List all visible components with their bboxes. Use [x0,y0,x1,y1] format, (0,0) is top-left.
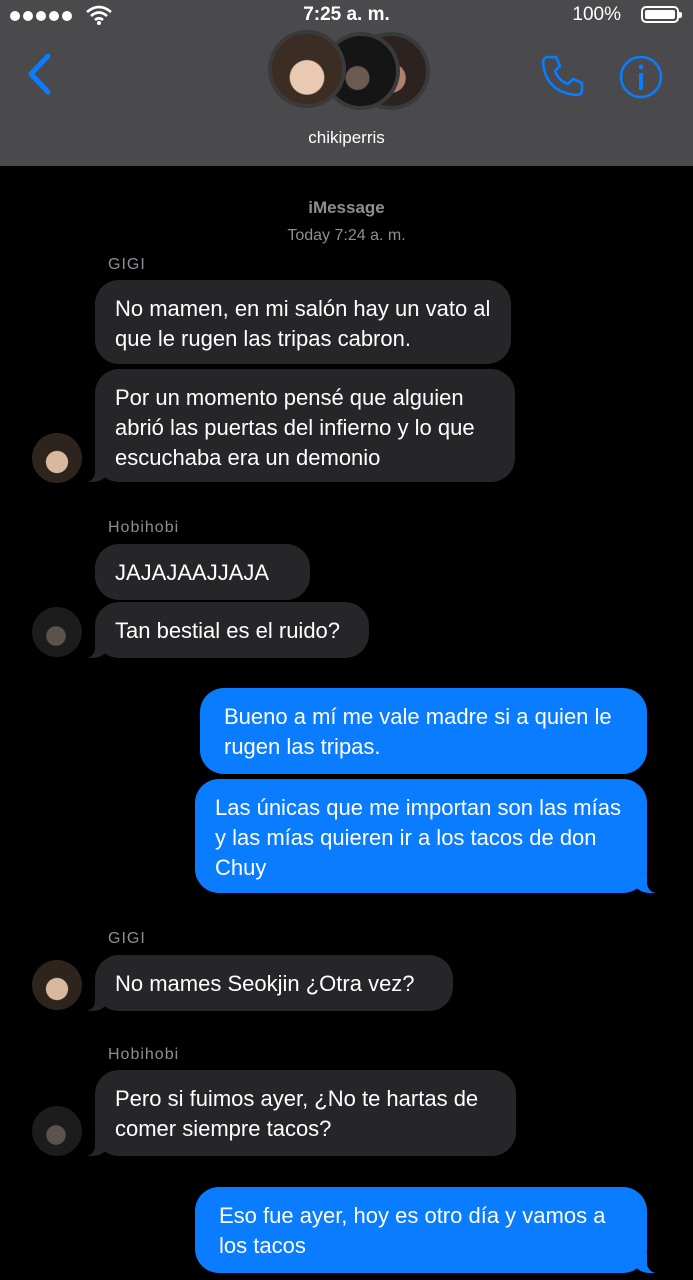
group-avatars[interactable] [268,28,430,116]
phone-icon[interactable] [538,52,586,100]
message-bubble-incoming[interactable]: JAJAJAAJJAJA [95,544,310,600]
message-bubble-incoming[interactable]: Tan bestial es el ruido? [83,602,369,658]
message-bubble-outgoing[interactable]: Bueno a mí me vale madre si a quien le r… [200,688,647,774]
service-label: iMessage [308,198,385,217]
message-bubble-incoming[interactable]: Por un momento pensé que alguien abrió l… [83,369,515,482]
info-icon[interactable] [618,54,664,100]
message-bubble-incoming[interactable]: Pero si fuimos ayer, ¿No te hartas de co… [83,1070,516,1156]
sender-name: GIGI [108,256,146,273]
sender-name: GIGI [108,930,146,947]
message-bubble-incoming[interactable]: No mames Seokjin ¿Otra vez? [83,955,453,1011]
avatar [32,960,82,1010]
message-bubble-incoming[interactable]: No mamen, en mi salón hay un vato al que… [95,280,511,364]
battery-percent: 100% [572,4,621,25]
avatar [32,607,82,657]
sender-name: Hobihobi [108,519,180,536]
back-chevron-icon[interactable] [24,52,54,96]
thread-timestamp: Today 7:24 a. m. [287,227,406,244]
message-bubble-outgoing[interactable]: Eso fue ayer, hoy es otro día y vamos a … [195,1187,659,1273]
avatar [32,1106,82,1156]
sender-name: Hobihobi [108,1046,180,1063]
battery-icon [641,6,682,23]
avatar [268,30,346,108]
conversation-header: 7:25 a. m. 100% chikiperris [0,0,693,166]
message-bubble-outgoing[interactable]: Las únicas que me importan son las mías … [195,779,659,893]
group-name[interactable]: chikiperris [0,128,693,148]
avatar [32,433,82,483]
